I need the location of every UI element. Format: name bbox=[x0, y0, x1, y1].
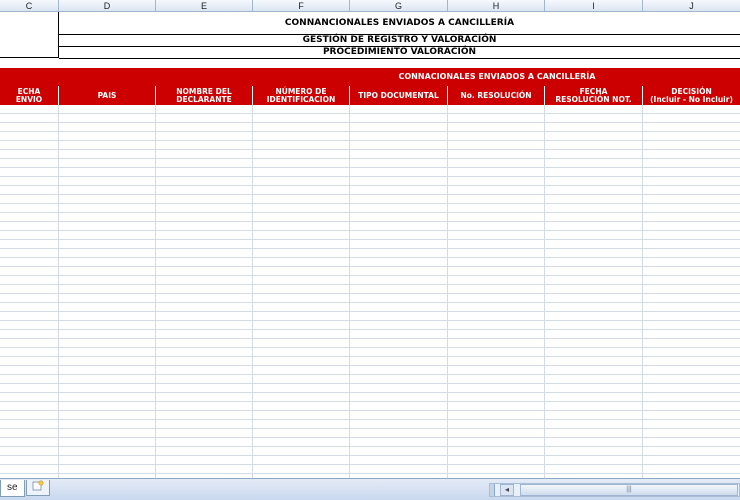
grid-column-divider bbox=[642, 105, 643, 478]
grid-column-divider bbox=[252, 105, 253, 478]
header-pais[interactable]: PAIS bbox=[59, 86, 156, 105]
sheet-title: CONNANCIONALES ENVIADOS A CANCILLERÍA bbox=[284, 18, 515, 28]
scroll-thumb[interactable]: ||| bbox=[520, 484, 738, 496]
column-header-bar: C D E F G H I J bbox=[0, 0, 740, 12]
column-header-c[interactable]: C bbox=[0, 0, 59, 12]
grid-column-divider bbox=[447, 105, 448, 478]
header-no-resolucion[interactable]: No. RESOLUCIÓN bbox=[448, 86, 545, 105]
scroll-left-arrow[interactable]: ◂ bbox=[500, 484, 514, 496]
column-header-e[interactable]: E bbox=[156, 0, 253, 12]
grid-column-divider bbox=[544, 105, 545, 478]
column-header-d[interactable]: D bbox=[59, 0, 156, 12]
column-header-h[interactable]: H bbox=[448, 0, 545, 12]
tab-split-handle[interactable] bbox=[490, 484, 495, 496]
column-header-j[interactable]: J bbox=[643, 0, 740, 12]
column-header-i[interactable]: I bbox=[545, 0, 643, 12]
grid-column-divider bbox=[349, 105, 350, 478]
grid-column-divider bbox=[155, 105, 156, 478]
spreadsheet-area[interactable]: CONNANCIONALES ENVIADOS A CANCILLERÍA GE… bbox=[0, 12, 740, 478]
header-fecha-resolucion[interactable]: FECHA RESOLUCIÓN NOT. bbox=[545, 86, 643, 105]
sheet-subtitle-procedure: PROCEDIMIENTO VALORACIÓN bbox=[322, 47, 477, 57]
red-banner: CONNACIONALES ENVIADOS A CANCILLERÍA bbox=[0, 68, 740, 86]
grid-column-divider bbox=[58, 105, 59, 478]
new-sheet-icon[interactable] bbox=[26, 480, 50, 496]
horizontal-scrollbar[interactable]: ◂ ||| bbox=[489, 483, 740, 497]
insert-sheet-icon bbox=[32, 480, 44, 491]
header-nombre-declarante[interactable]: NOMBRE DEL DECLARANTE bbox=[156, 86, 253, 105]
header-tipo-documental[interactable]: TIPO DOCUMENTAL bbox=[350, 86, 448, 105]
column-header-g[interactable]: G bbox=[350, 0, 448, 12]
sheet-tab[interactable]: se bbox=[0, 480, 25, 497]
header-decision[interactable]: DECISIÓN (Incluir - No Incluir) bbox=[643, 86, 740, 105]
title-bottom-border bbox=[59, 58, 740, 59]
logo-cell[interactable] bbox=[0, 12, 59, 58]
header-fecha-envio[interactable]: ECHA ENVIO bbox=[0, 86, 59, 105]
data-grid[interactable] bbox=[0, 105, 740, 478]
header-numero-identificacion[interactable]: NÚMERO DE IDENTIFICACION bbox=[253, 86, 350, 105]
banner-title: CONNACIONALES ENVIADOS A CANCILLERÍA bbox=[398, 72, 596, 81]
sheet-tab-bar: se ◂ ||| bbox=[0, 478, 740, 500]
column-header-f[interactable]: F bbox=[253, 0, 350, 12]
table-header-row: ECHA ENVIO PAIS NOMBRE DEL DECLARANTE NÚ… bbox=[0, 86, 740, 105]
sheet-subtitle-process: GESTIÓN DE REGISTRO Y VALORACIÓN bbox=[302, 35, 497, 45]
